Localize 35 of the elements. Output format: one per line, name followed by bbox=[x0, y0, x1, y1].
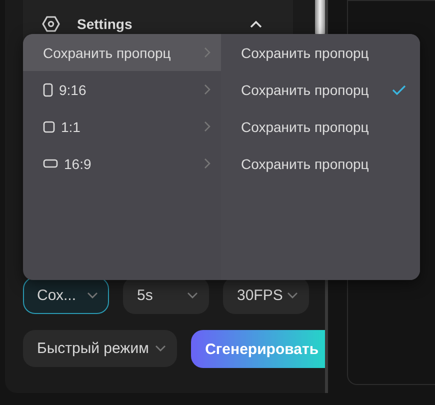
caret-icon bbox=[87, 292, 98, 299]
caret-icon bbox=[287, 292, 298, 299]
menu-option[interactable]: Сохранить пропорц bbox=[221, 108, 420, 145]
dropdown[interactable]: Сох... bbox=[23, 277, 109, 314]
collapse-icon[interactable] bbox=[249, 19, 263, 29]
menu-label: 9:16 bbox=[59, 82, 88, 98]
caret-icon bbox=[187, 292, 198, 299]
menu-label: 16:9 bbox=[64, 156, 92, 172]
menu-option[interactable]: Сохранить пропорц bbox=[221, 145, 420, 182]
menu-item[interactable]: 9:16 bbox=[23, 71, 221, 108]
option-label: Сохранить пропорц bbox=[241, 44, 370, 60]
menu-label: Сохранить пропорц bbox=[43, 44, 172, 60]
chevron-right-icon bbox=[204, 158, 211, 169]
menu-item[interactable]: 16:9 bbox=[23, 145, 221, 182]
option-label: Сохранить пропорц bbox=[241, 118, 370, 134]
dropdown[interactable]: 5s bbox=[123, 277, 209, 314]
chevron-right-icon bbox=[204, 84, 211, 95]
menu-option[interactable]: Сохранить пропорц bbox=[221, 71, 420, 108]
chevron-right-icon bbox=[204, 121, 211, 132]
mode-dropdown[interactable]: Быстрый режим bbox=[23, 330, 178, 367]
landscape-icon bbox=[43, 159, 58, 168]
option-label: Сохранить пропорц bbox=[241, 156, 370, 172]
menu-item[interactable]: 1:1 bbox=[23, 108, 221, 145]
settings-icon bbox=[42, 15, 60, 33]
settings-title: Settings bbox=[77, 16, 134, 32]
menu-label: 1:1 bbox=[61, 118, 82, 134]
chevron-right-icon bbox=[204, 47, 211, 58]
square-icon bbox=[43, 120, 55, 132]
portrait-icon bbox=[43, 82, 53, 96]
menu-item[interactable]: Сохранить пропорц bbox=[23, 34, 221, 71]
scroll-handle[interactable] bbox=[315, 0, 325, 36]
caret-icon bbox=[155, 345, 166, 352]
option-label: Сохранить пропорц bbox=[241, 82, 370, 98]
menu-option[interactable]: Сохранить пропорц bbox=[221, 34, 420, 71]
dropdown[interactable]: 30FPS bbox=[223, 277, 309, 314]
